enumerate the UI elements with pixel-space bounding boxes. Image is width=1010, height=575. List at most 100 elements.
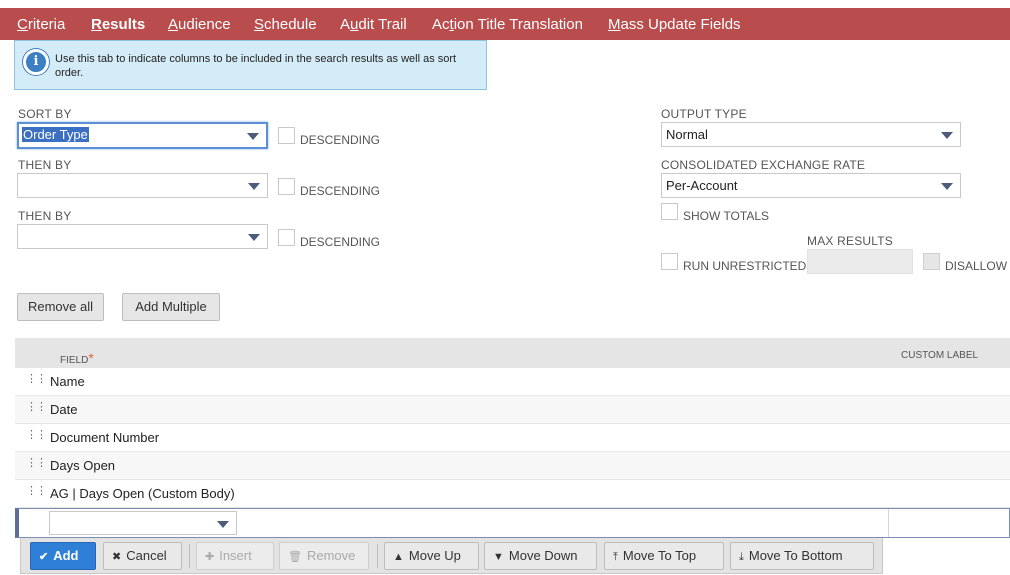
max-results-label: MAX RESULTS [807, 234, 893, 248]
run-unrestricted-label: RUN UNRESTRICTED [683, 259, 807, 273]
output-type-value: Normal [666, 127, 708, 142]
field-cell: AG | Days Open (Custom Body) [50, 486, 235, 501]
then-by-label-1: THEN BY [18, 158, 72, 172]
table-row[interactable]: ⋮⋮ Date [15, 396, 1010, 424]
sort-by-select[interactable]: Order Type [17, 122, 268, 149]
tab-criteria[interactable]: Criteria [17, 16, 65, 33]
line-action-toolbar: ✔ Add ✖ Cancel ✚ Insert 🗑 Remove ▲ Move Up ▼ M… [20, 538, 883, 574]
add-button[interactable]: ✔ Add [30, 542, 96, 570]
field-cell: Date [50, 402, 78, 417]
trash-icon: 🗑 [288, 551, 302, 563]
table-row[interactable]: ⋮⋮ Days Open [15, 452, 1010, 480]
tab-schedule-label: chedule [264, 16, 317, 33]
info-banner: i Use this tab to indicate columns to be… [14, 40, 487, 90]
table-row[interactable]: ⋮⋮ Document Number [15, 424, 1010, 452]
tab-action-title-prefix: Ac [432, 16, 450, 33]
field-column-header[interactable]: FIELD* [60, 350, 94, 366]
field-cell: Days Open [50, 458, 116, 473]
table-row[interactable]: ⋮⋮ AG | Days Open (Custom Body) [15, 480, 1010, 508]
tab-schedule-accesskey: S [254, 16, 265, 33]
exchange-rate-select[interactable]: Per-Account [661, 173, 961, 198]
chevron-down-icon [941, 183, 953, 190]
insert-button[interactable]: ✚ Insert [196, 542, 274, 570]
custom-label-column-header[interactable]: CUSTOM LABEL [901, 350, 978, 361]
output-type-select[interactable]: Normal [661, 122, 961, 147]
drag-handle-icon[interactable]: ⋮⋮ [26, 430, 47, 441]
move-to-top-button[interactable]: ⤒ Move To Top [604, 542, 724, 570]
run-unrestricted-checkbox[interactable] [661, 253, 678, 270]
chevron-down-icon [248, 234, 260, 241]
disallow-label: DISALLOW [945, 259, 1008, 273]
move-up-button-label: Move Up [408, 548, 461, 563]
move-to-bottom-button-label: Move To Bottom [748, 548, 843, 563]
drag-handle-icon[interactable]: ⋮⋮ [26, 374, 47, 385]
then-by-select-1[interactable] [17, 173, 268, 198]
checkmark-icon: ✔ [39, 551, 49, 563]
toolbar-separator [377, 544, 378, 568]
field-cell: Name [50, 374, 85, 389]
sort-by-value: Order Type [22, 127, 89, 142]
cell-divider [888, 509, 889, 537]
results-grid-header: FIELD* CUSTOM LABEL [15, 338, 1010, 368]
output-type-label: OUTPUT TYPE [661, 107, 747, 121]
arrow-to-bottom-icon: ⤓ [739, 551, 744, 563]
close-icon: ✖ [112, 551, 122, 563]
tab-mass-update-fields[interactable]: Mass Update Fields [608, 16, 741, 33]
tab-mass-update-label: ass Update Fields [620, 16, 741, 33]
then-by-label-2: THEN BY [18, 209, 72, 223]
drag-handle-icon[interactable]: ⋮⋮ [26, 486, 47, 497]
info-text: Use this tab to indicate columns to be i… [55, 53, 457, 79]
chevron-down-icon [217, 521, 229, 528]
tab-audit-trail-label: dit Trail [358, 16, 407, 33]
sort-by-descending-label: DESCENDING [300, 133, 381, 147]
chevron-down-icon [941, 132, 953, 139]
exchange-rate-value: Per-Account [666, 178, 738, 193]
move-to-bottom-button[interactable]: ⤓ Move To Bottom [730, 542, 874, 570]
add-multiple-button[interactable]: Add Multiple [122, 293, 220, 321]
move-up-button[interactable]: ▲ Move Up [384, 542, 479, 570]
tab-audit-trail[interactable]: Audit Trail [340, 16, 407, 33]
tab-results-accesskey: R [91, 16, 102, 33]
max-results-input[interactable] [807, 249, 913, 274]
then-by-descending-checkbox-1[interactable] [278, 178, 295, 195]
subtab-bar: Criteria Results Audience Schedule Audit… [0, 8, 1010, 48]
remove-button[interactable]: 🗑 Remove [279, 542, 369, 570]
table-row[interactable]: ⋮⋮ Name [15, 368, 1010, 396]
required-marker: * [88, 350, 94, 366]
chevron-down-icon [248, 183, 260, 190]
move-down-button[interactable]: ▼ Move Down [484, 542, 597, 570]
tab-action-title-label: ion Title Translation [453, 16, 583, 33]
arrow-up-icon: ▲ [393, 551, 404, 563]
tab-audience-label: udience [178, 16, 231, 33]
tab-criteria-accesskey: C [17, 16, 28, 33]
sort-by-descending-checkbox[interactable] [278, 127, 295, 144]
cancel-button-label: Cancel [126, 548, 167, 563]
field-cell: Document Number [50, 430, 160, 445]
show-totals-checkbox[interactable] [661, 203, 678, 220]
tab-schedule[interactable]: Schedule [254, 16, 317, 33]
tab-results[interactable]: Results [91, 16, 145, 33]
show-totals-label: SHOW TOTALS [683, 209, 770, 223]
drag-handle-icon[interactable]: ⋮⋮ [26, 402, 47, 413]
new-line-edit-row [15, 508, 1010, 538]
new-field-select[interactable] [49, 511, 237, 535]
then-by-descending-checkbox-2[interactable] [278, 229, 295, 246]
info-icon: i [23, 49, 49, 75]
remove-all-button[interactable]: Remove all [17, 293, 104, 321]
plus-icon: ✚ [205, 551, 215, 563]
disallow-checkbox [923, 253, 940, 270]
cancel-button[interactable]: ✖ Cancel [103, 542, 182, 570]
move-down-button-label: Move Down [508, 548, 578, 563]
remove-button-label: Remove [306, 548, 356, 563]
arrow-down-icon: ▼ [493, 551, 504, 563]
drag-handle-icon[interactable]: ⋮⋮ [26, 458, 47, 469]
move-to-top-button-label: Move To Top [622, 548, 697, 563]
field-column-label: FIELD [60, 355, 89, 366]
then-by-descending-label-1: DESCENDING [300, 184, 381, 198]
tab-action-title-translation[interactable]: Action Title Translation [432, 16, 583, 33]
exchange-rate-label: CONSOLIDATED EXCHANGE RATE [661, 158, 866, 172]
tab-audience[interactable]: Audience [168, 16, 231, 33]
insert-button-label: Insert [219, 548, 252, 563]
then-by-select-2[interactable] [17, 224, 268, 249]
tab-audit-trail-prefix: A [340, 16, 351, 33]
